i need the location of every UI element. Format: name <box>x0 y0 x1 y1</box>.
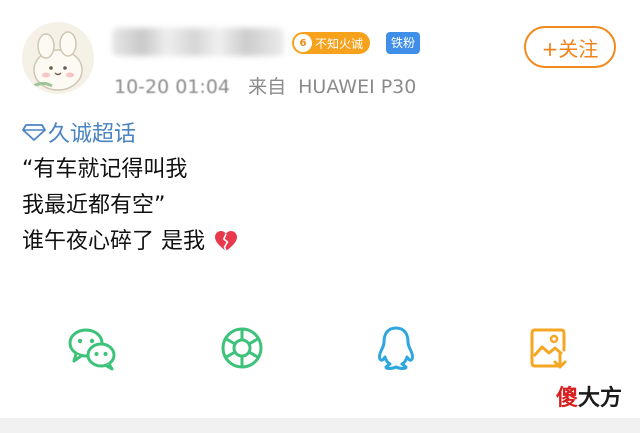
share-qq-button[interactable] <box>368 320 424 376</box>
bottom-divider <box>0 418 640 433</box>
content-line-text: 谁午夜心碎了 是我 <box>22 229 205 254</box>
tiefen-badge: 铁粉 <box>386 32 421 54</box>
content-line: 谁午夜心碎了 是我 <box>22 224 238 260</box>
supertopic-link[interactable]: 久诚超话 <box>22 116 136 148</box>
share-moments-button[interactable] <box>214 320 270 376</box>
fan-badge-label: 不知火诚 <box>315 36 364 51</box>
watermark-first-char: 傻 <box>555 386 578 411</box>
post-meta: 10-20 01:04 来自 HUAWEI P30 <box>114 72 416 99</box>
source-prefix: 来自 <box>248 76 287 98</box>
watermark-rest: 大方 <box>577 386 622 411</box>
username-blurred[interactable] <box>112 28 284 56</box>
moments-icon <box>221 327 263 369</box>
device-name: HUAWEI P30 <box>298 76 417 98</box>
content-line: 我最近都有空” <box>22 193 166 218</box>
fan-badge[interactable]: 6 不知火诚 <box>292 32 371 54</box>
diamond-icon <box>22 124 46 141</box>
wechat-icon <box>68 328 116 371</box>
share-wechat-button[interactable] <box>64 320 120 376</box>
avatar-image <box>22 22 94 94</box>
post-time: 10-20 01:04 <box>114 76 231 98</box>
save-image-icon <box>530 328 567 369</box>
fan-level-badge: 6 <box>294 34 312 52</box>
qq-icon <box>378 326 414 370</box>
supertopic-label: 久诚超话 <box>48 122 137 147</box>
save-image-button[interactable] <box>520 320 576 376</box>
broken-heart-icon <box>215 231 237 252</box>
share-row <box>0 320 640 376</box>
weibo-post-card: 6 不知火诚 铁粉 10-20 01:04 来自 HUAWEI P30 +关注 … <box>0 0 640 433</box>
follow-button[interactable]: +关注 <box>524 26 616 68</box>
avatar[interactable] <box>22 22 94 94</box>
watermark: 傻大方 <box>556 380 622 412</box>
content-line: “有车就记得叫我 <box>22 157 188 182</box>
post-content: “有车就记得叫我 我最近都有空” 谁午夜心碎了 是我 <box>22 152 238 260</box>
